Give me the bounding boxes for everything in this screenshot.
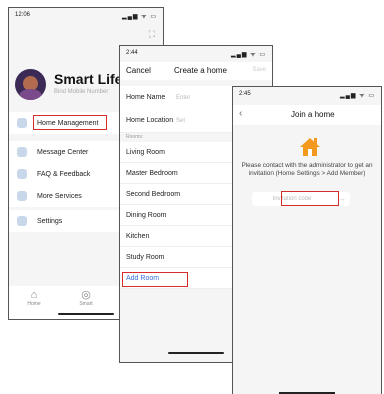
bind-mobile-link[interactable]: Bind Mobile Number <box>54 89 108 95</box>
submit-arrow-icon[interactable]: → <box>338 194 346 203</box>
home-location-input[interactable]: Set <box>176 118 185 124</box>
settings-icon <box>17 216 27 226</box>
home-name-input[interactable]: Enter <box>176 95 190 101</box>
scan-icon[interactable]: ⛶ <box>149 29 155 40</box>
app-screen-join-home: 2:45 ▂▄▆ ᯤ ▭ ‹ Join a home Please contac… <box>232 86 382 394</box>
field-label: Home Name <box>126 94 166 101</box>
status-bar: 2:45 ▂▄▆ ᯤ ▭ <box>239 91 375 101</box>
cancel-button[interactable]: Cancel <box>126 66 151 75</box>
menu-item-label: FAQ & Feedback <box>37 170 91 178</box>
smart-icon: ◎ <box>81 289 91 301</box>
nav-bar: ‹ Join a home <box>233 105 381 125</box>
tab-label: Home <box>27 301 41 307</box>
message-icon <box>17 147 27 157</box>
menu-item-label: More Services <box>37 192 82 200</box>
status-time: 2:45 <box>239 91 251 97</box>
home-indicator <box>58 313 114 315</box>
menu-item-label: Settings <box>37 217 63 225</box>
status-time: 12:06 <box>15 12 31 18</box>
page-title: Create a home <box>174 66 227 75</box>
highlight-box <box>281 191 339 206</box>
field-label: Home Location <box>126 117 174 124</box>
room-label: Second Bedroom <box>126 190 181 198</box>
tab-home[interactable]: ⌂ Home <box>19 289 49 307</box>
save-button[interactable]: Save <box>252 67 266 73</box>
brand-name: Smart Life <box>54 71 123 87</box>
nav-bar: Cancel Create a home Save <box>120 62 272 80</box>
faq-icon <box>17 169 27 179</box>
room-label: Living Room <box>126 148 165 156</box>
back-chevron-icon[interactable]: ‹ <box>239 108 242 119</box>
status-icons: ▂▄▆ ᯤ ▭ <box>340 93 375 99</box>
room-label: Dining Room <box>126 211 167 219</box>
rooms-header: Rooms: <box>126 134 144 140</box>
home-icon <box>17 118 27 128</box>
home-icon: ⌂ <box>30 289 38 301</box>
status-bar: 2:44 ▂▄▆ ᯤ ▭ <box>126 50 266 60</box>
status-icons: ▂▄▆ ᯤ ▭ <box>122 14 157 20</box>
room-label: Study Room <box>126 253 165 261</box>
house-icon <box>300 138 320 156</box>
instruction-text: Please contact with the administrator to… <box>241 162 373 177</box>
room-label: Kitchen <box>126 232 150 240</box>
tab-smart[interactable]: ◎ Smart <box>71 289 101 307</box>
highlight-box <box>33 115 107 130</box>
highlight-box <box>122 272 188 287</box>
status-icons: ▂▄▆ ᯤ ▭ <box>231 52 266 58</box>
menu-item-label: Message Center <box>37 148 89 156</box>
services-icon <box>17 191 27 201</box>
avatar[interactable] <box>15 69 46 100</box>
home-indicator <box>168 352 224 354</box>
room-label: Master Bedroom <box>126 169 178 177</box>
status-bar: 12:06 ▂▄▆ ᯤ ▭ <box>15 12 157 22</box>
tab-label: Smart <box>79 301 93 307</box>
page-title: Join a home <box>291 110 335 119</box>
status-time: 2:44 <box>126 50 138 56</box>
